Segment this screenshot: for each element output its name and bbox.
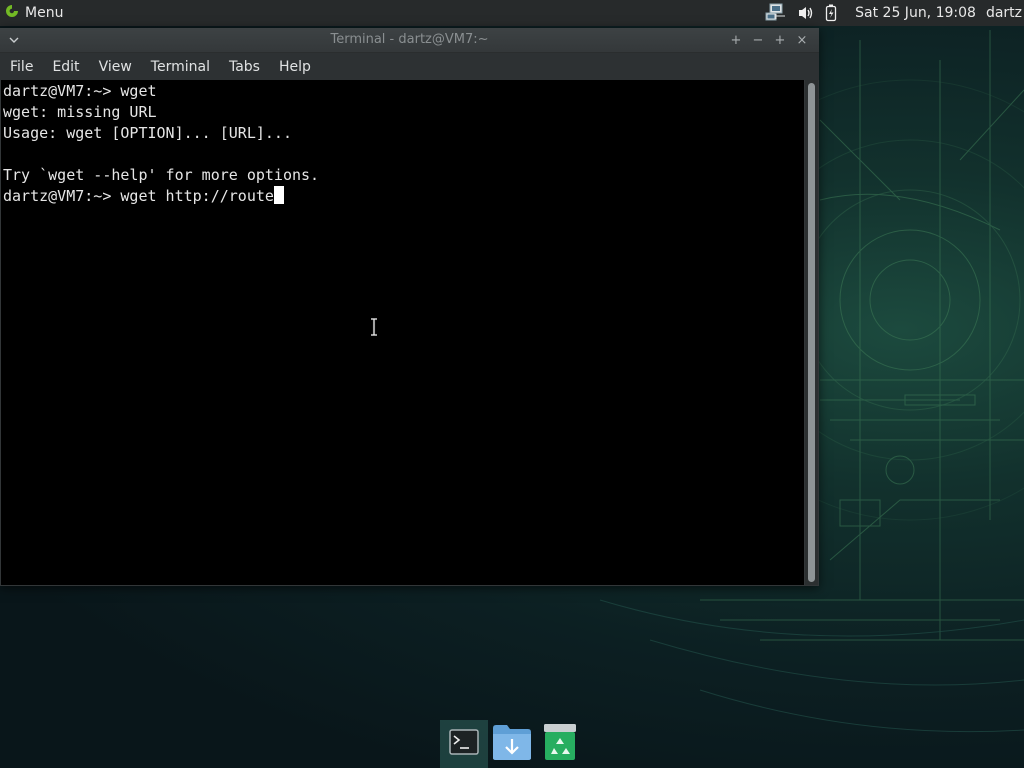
dock — [440, 720, 584, 768]
volume-icon[interactable] — [797, 5, 815, 21]
window-controls: + − + × — [725, 31, 813, 49]
terminal-scrollbar[interactable] — [805, 80, 818, 585]
menu-tabs[interactable]: Tabs — [219, 59, 269, 75]
minimize-button[interactable]: − — [747, 31, 769, 49]
terminal-prompt-line[interactable]: dartz@VM7:~> wget http://route — [3, 186, 804, 207]
close-button[interactable]: × — [791, 31, 813, 49]
network-icon[interactable] — [765, 3, 787, 23]
terminal-output[interactable]: dartz@VM7:~> wget wget: missing URL Usag… — [1, 80, 804, 585]
battery-icon[interactable] — [825, 4, 837, 22]
terminal-input[interactable]: dartz@VM7:~> wget http://route — [3, 187, 274, 205]
menu-bar: File Edit View Terminal Tabs Help — [0, 53, 819, 80]
downloads-folder-icon — [491, 722, 533, 766]
menu-edit[interactable]: Edit — [42, 59, 88, 75]
top-panel: Menu Sat 25 Jun, 19:08 dartz — [0, 0, 1024, 26]
stick-button[interactable]: + — [725, 31, 747, 49]
terminal-icon — [449, 729, 479, 759]
terminal-line: Try `wget --help' for more options. — [3, 166, 320, 184]
terminal-line: Usage: wget [OPTION]... [URL]... — [3, 124, 292, 142]
terminal-line: wget: missing URL — [3, 103, 157, 121]
menu-help[interactable]: Help — [269, 59, 320, 75]
user-name[interactable]: dartz — [986, 5, 1022, 21]
application-menu-button[interactable]: Menu — [0, 0, 69, 26]
dock-terminal[interactable] — [440, 720, 488, 768]
ibeam-cursor-icon — [369, 317, 379, 340]
scrollbar-thumb[interactable] — [808, 83, 815, 582]
terminal-window: Terminal - dartz@VM7:~ + − + × File Edit… — [0, 28, 819, 586]
text-cursor — [273, 186, 284, 204]
window-title: Terminal - dartz@VM7:~ — [330, 32, 489, 47]
dock-downloads[interactable] — [488, 720, 536, 768]
menu-terminal[interactable]: Terminal — [141, 59, 219, 75]
menu-file[interactable]: File — [0, 59, 42, 75]
dock-recycle-bin[interactable] — [536, 720, 584, 768]
recycle-bin-icon — [542, 722, 578, 766]
menu-label: Menu — [25, 5, 64, 21]
clock[interactable]: Sat 25 Jun, 19:08 — [855, 5, 976, 21]
window-titlebar[interactable]: Terminal - dartz@VM7:~ + − + × — [0, 28, 819, 53]
system-tray: Sat 25 Jun, 19:08 dartz — [765, 0, 1024, 26]
opensuse-logo-icon — [4, 3, 20, 23]
menu-view[interactable]: View — [89, 59, 141, 75]
terminal-line: dartz@VM7:~> wget — [3, 82, 157, 100]
maximize-button[interactable]: + — [769, 31, 791, 49]
